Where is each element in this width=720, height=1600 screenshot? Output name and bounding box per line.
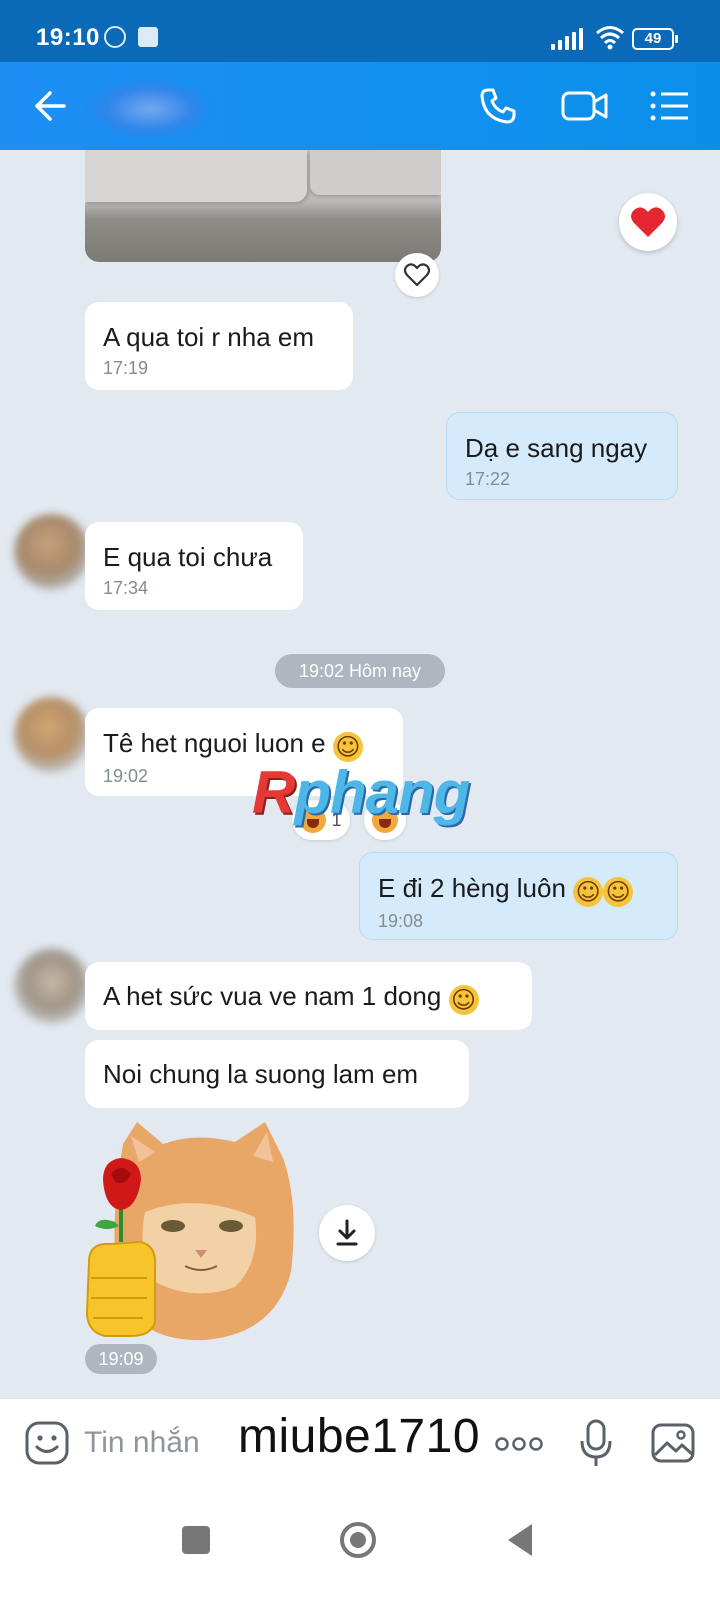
message-received[interactable]: Noi chung la suong lam em [85,1040,469,1108]
message-text: E đi 2 hèng luôn ☺ ☺ [378,871,659,907]
system-back-button[interactable] [508,1524,532,1556]
message-text: E qua toi chưa [103,542,273,572]
recent-apps-button[interactable] [182,1526,210,1554]
message-time: 17:19 [103,358,149,378]
home-button[interactable] [340,1522,376,1558]
message-time: 19:09 [85,1344,157,1374]
message-sent[interactable]: E đi 2 hèng luôn ☺ ☺ 19:08 [359,852,678,940]
chat-header [0,62,720,150]
cat-rose-sticker[interactable] [85,1122,299,1342]
signal-icon [551,26,585,50]
message-time: 17:34 [103,578,149,598]
message-input[interactable] [84,1421,234,1465]
overlay-username-text: miube1710 [238,1410,481,1463]
image-icon[interactable] [650,1421,696,1465]
message-text: Noi chung la suong lam em [103,1059,419,1089]
message-received[interactable]: A qua toi r nha em 17:19 [85,302,353,390]
message-text: Tê het nguoi luon e ☺ [103,726,385,762]
avatar[interactable] [14,948,90,1024]
wifi-icon [596,26,624,50]
react-heart-button[interactable] [395,253,439,297]
video-camera-icon[interactable] [560,84,610,128]
message-received[interactable]: A het sức vua ve nam 1 dong ☺ [85,962,532,1030]
system-nav-bar [0,1488,720,1600]
message-text: A qua toi r nha em [103,322,315,352]
message-time: 17:22 [465,469,511,489]
contact-name-blurred[interactable] [90,80,210,138]
photo-message[interactable] [85,150,441,262]
phone-icon[interactable] [476,84,520,128]
more-dots-icon[interactable] [494,1429,544,1459]
smiling-tear-emoji-icon: ☺ [603,877,634,907]
status-time: 19:10 [36,24,100,51]
back-arrow-icon[interactable] [28,82,76,130]
message-received[interactable]: E qua toi chưa 17:34 [85,522,303,610]
microphone-icon[interactable] [578,1417,614,1469]
download-icon [336,1219,358,1246]
message-text: Dạ e sang ngay [465,433,648,463]
list-menu-icon[interactable] [648,84,692,128]
alarm-icon [104,26,126,48]
laughing-emoji-icon: ☺ [448,985,479,1015]
top-bar: 19:10 49 [0,0,720,150]
message-text: A het sức vua ve nam 1 dong ☺ [103,979,514,1015]
heart-reaction[interactable] [619,193,677,251]
download-button[interactable] [319,1205,375,1261]
message-time: 19:08 [378,911,424,931]
message-text-body: E đi 2 hèng luôn [378,873,566,903]
status-bar: 19:10 49 [0,0,720,62]
message-text-body: A het sức vua ve nam 1 dong [103,981,442,1011]
date-separator: 19:02 Hôm nay [275,654,445,688]
message-sent[interactable]: Dạ e sang ngay 17:22 [446,412,678,500]
heart-outline-icon [403,263,431,287]
avatar[interactable] [14,697,90,773]
battery-indicator: 49 [632,28,678,50]
message-text-body: Tê het nguoi luon e [103,728,326,758]
sticker-face-icon[interactable] [24,1420,70,1466]
avatar[interactable] [14,514,90,590]
heart-icon [631,207,665,237]
smiling-tear-emoji-icon: ☺ [573,877,604,907]
watermark-logo: Rphang [252,759,470,826]
upload-notification-icon [138,27,158,47]
message-input-bar: miube1710 [0,1398,720,1488]
